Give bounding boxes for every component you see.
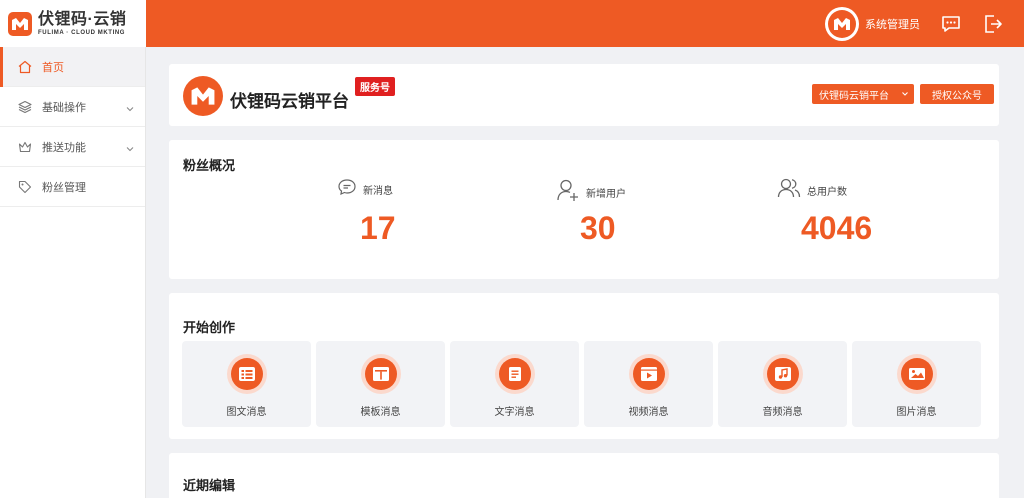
tile-video-message[interactable]: 视频消息: [584, 341, 713, 427]
tile-label: 视频消息: [628, 407, 669, 418]
account-name: 伏锂码云销平台: [230, 92, 349, 111]
video-icon: [632, 358, 665, 390]
home-icon: [18, 60, 32, 74]
sidebar-item-label: 推送功能: [42, 141, 86, 154]
article-list-icon: [230, 358, 263, 390]
user-area: 系统管理员: [825, 0, 1024, 47]
tile-article-message[interactable]: 图文消息: [182, 341, 311, 427]
tile-template-message[interactable]: 模板消息: [316, 341, 445, 427]
user-avatar[interactable]: [825, 6, 859, 41]
brand-logo-icon: [8, 11, 32, 36]
recent-section-title: 近期编辑: [183, 478, 236, 493]
sidebar-item-label: 基础操作: [42, 101, 86, 114]
text-doc-icon: [498, 358, 531, 390]
brand-name: 伏锂码·云销: [38, 10, 127, 28]
tag-icon: [18, 180, 32, 194]
sidebar-item-basic-ops[interactable]: 基础操作: [0, 87, 145, 127]
user-name[interactable]: 系统管理员: [865, 16, 920, 32]
stat-new-users: 新增用户 30: [556, 178, 696, 258]
tile-text-message[interactable]: 文字消息: [450, 341, 579, 427]
chevron-down-icon: [125, 101, 135, 112]
brand-subtitle: FULIMA · CLOUD MKTING: [38, 29, 126, 36]
account-header-card: 伏锂码云销平台 服务号 伏锂码云销平台 授权公众号: [169, 64, 999, 126]
tile-audio-message[interactable]: 音频消息: [718, 341, 847, 427]
stat-value: 30: [580, 210, 616, 246]
image-icon: [900, 358, 933, 390]
tile-label: 模板消息: [360, 407, 401, 418]
account-select-value: 伏锂码云销平台: [819, 90, 889, 102]
sidebar-item-label: 首页: [42, 61, 64, 74]
fans-section-title: 粉丝概况: [183, 158, 236, 173]
avatar-logo-icon: [828, 9, 856, 38]
main-content: 伏锂码云销平台 服务号 伏锂码云销平台 授权公众号 粉丝概况 新消息 17 新增…: [146, 47, 1024, 498]
add-user-icon: [556, 178, 580, 207]
tile-label: 图文消息: [226, 407, 267, 418]
tile-label: 音频消息: [762, 407, 803, 418]
template-icon: [364, 358, 397, 390]
users-icon: [777, 178, 801, 203]
chat-bubble-icon: [337, 178, 357, 201]
authorize-account-button[interactable]: 授权公众号: [920, 84, 994, 104]
stat-new-messages: 新消息 17: [337, 178, 477, 258]
chevron-down-icon: [901, 90, 909, 101]
stat-value: 17: [360, 210, 396, 246]
sidebar-item-push[interactable]: 推送功能: [0, 127, 145, 167]
sidebar-item-fans[interactable]: 粉丝管理: [0, 167, 145, 207]
stat-label: 总用户数: [807, 187, 847, 198]
account-select[interactable]: 伏锂码云销平台: [812, 84, 914, 104]
create-tiles: 图文消息 模板消息 文字消息 视频消息 音频消息 图片消息: [182, 341, 986, 427]
music-icon: [766, 358, 799, 390]
top-bar: 伏锂码·云销 FULIMA · CLOUD MKTING 系统管理员: [0, 0, 1024, 47]
brand[interactable]: 伏锂码·云销 FULIMA · CLOUD MKTING: [0, 0, 146, 47]
fans-overview-card: 粉丝概况 新消息 17 新增用户 30 总用户数 4046: [169, 140, 999, 279]
stat-label: 新消息: [363, 186, 393, 197]
account-logo-icon: [183, 76, 223, 116]
sidebar-item-home[interactable]: 首页: [0, 47, 145, 87]
layers-icon: [18, 100, 32, 114]
sidebar-item-label: 粉丝管理: [42, 181, 86, 194]
create-section-title: 开始创作: [183, 320, 236, 335]
recent-edits-card: 近期编辑: [169, 453, 999, 498]
tile-label: 图片消息: [896, 407, 937, 418]
logout-icon[interactable]: [982, 13, 1004, 35]
stat-total-users: 总用户数 4046: [777, 178, 917, 258]
create-card: 开始创作 图文消息 模板消息 文字消息 视频消息 音频消息 图片消息: [169, 293, 999, 439]
sidebar: 首页 基础操作 推送功能 粉丝管理: [0, 47, 146, 498]
chevron-down-icon: [125, 141, 135, 152]
message-icon[interactable]: [940, 13, 962, 35]
tile-label: 文字消息: [494, 407, 535, 418]
crown-icon: [18, 140, 32, 154]
tile-image-message[interactable]: 图片消息: [852, 341, 981, 427]
account-type-badge: 服务号: [355, 77, 395, 96]
stat-label: 新增用户: [586, 189, 626, 200]
stat-value: 4046: [801, 210, 873, 246]
